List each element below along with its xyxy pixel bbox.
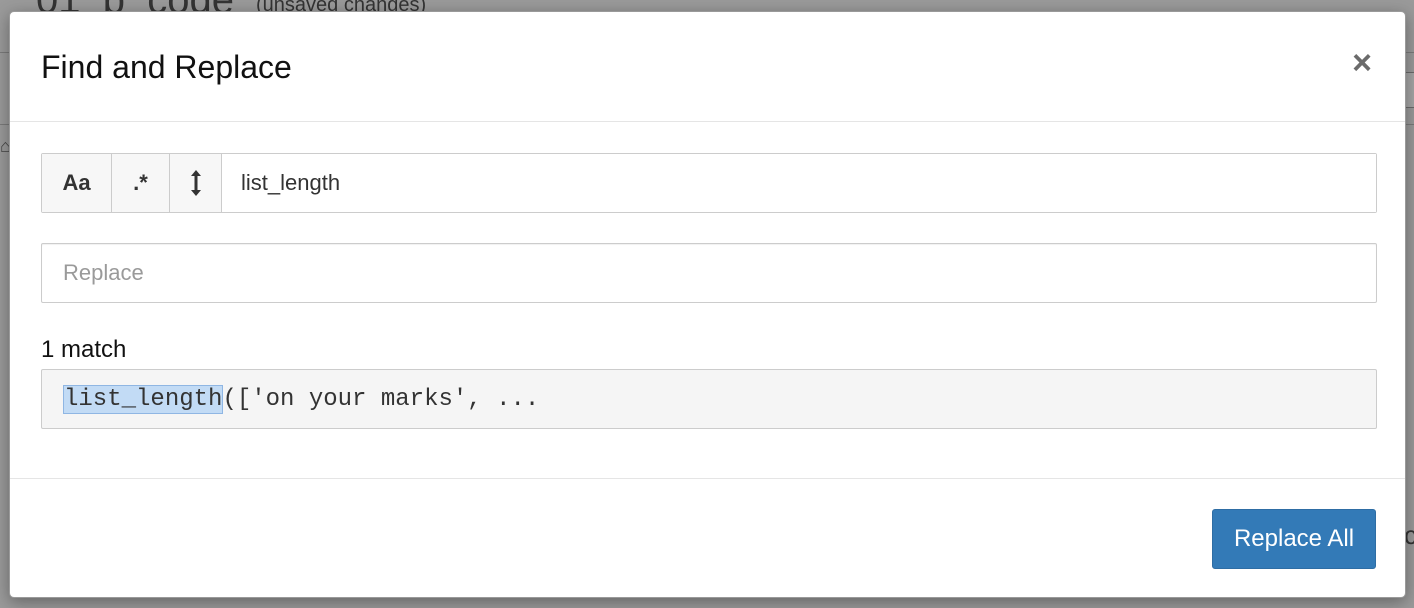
dialog-header: Find and Replace × [10, 12, 1405, 122]
background-toolbar-fragment [1405, 72, 1414, 108]
replace-input[interactable] [41, 243, 1377, 303]
find-input-group: Aa .* [41, 153, 1377, 213]
match-highlight: list_length [62, 384, 224, 414]
find-input[interactable] [222, 154, 1376, 212]
vertical-arrows-icon [190, 170, 201, 196]
selected-cells-scope-button[interactable] [170, 154, 222, 212]
replace-all-button[interactable]: Replace All [1212, 509, 1376, 569]
case-sensitive-button[interactable]: Aa [42, 154, 112, 212]
match-count: 1 match [41, 336, 127, 363]
dialog-title: Find and Replace [41, 49, 292, 85]
dialog-body: Aa .* 1 match list_length(['on your mark… [10, 122, 1405, 478]
match-preview: list_length (['on your marks', ... [41, 369, 1377, 429]
close-icon[interactable]: × [1349, 46, 1375, 80]
match-context: (['on your marks', ... [222, 385, 540, 413]
regex-button[interactable]: .* [112, 154, 170, 212]
find-replace-dialog: Find and Replace × Aa .* 1 match list_le… [9, 11, 1406, 598]
background-icon-fragment: ⌂ [0, 136, 9, 156]
dialog-footer: Replace All [10, 478, 1405, 599]
